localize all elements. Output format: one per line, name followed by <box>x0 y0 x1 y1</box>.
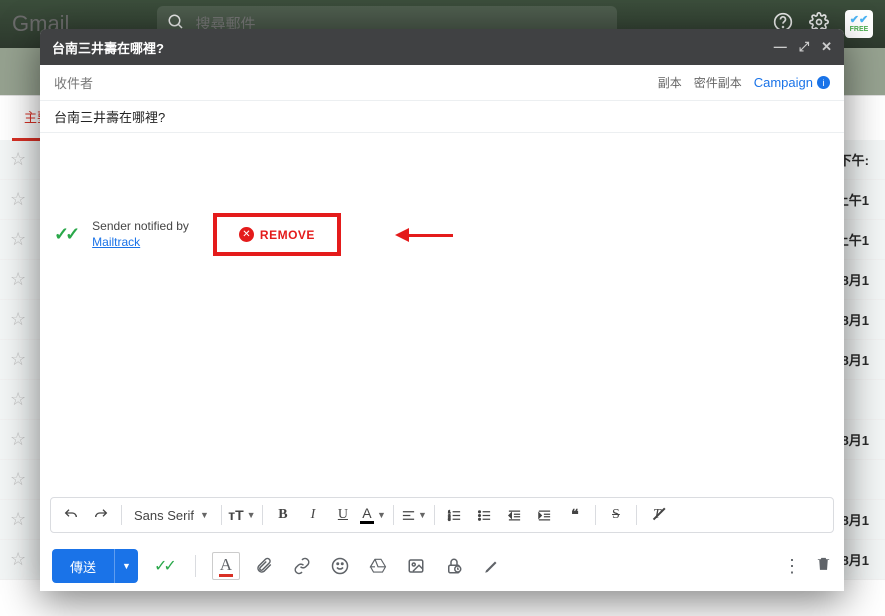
star-icon[interactable]: ☆ <box>10 509 26 530</box>
info-icon[interactable]: i <box>817 76 830 89</box>
mailtrack-status-icon[interactable]: ✓✓ <box>154 556 173 576</box>
minimize-icon[interactable]: — <box>774 39 787 55</box>
quote-icon[interactable]: ❝ <box>561 501 589 529</box>
extension-label: FREE <box>850 26 869 33</box>
discard-icon[interactable] <box>815 555 832 577</box>
mailtrack-link[interactable]: Mailtrack <box>92 235 140 249</box>
image-icon[interactable] <box>402 552 430 580</box>
star-icon[interactable]: ☆ <box>10 229 26 250</box>
drive-icon[interactable] <box>364 552 392 580</box>
campaign-link[interactable]: Campaign i <box>754 75 830 90</box>
send-button[interactable]: 傳送 <box>52 549 114 583</box>
star-icon[interactable]: ☆ <box>10 149 26 170</box>
indent-increase-icon[interactable] <box>531 501 559 529</box>
mail-date: 8月1 <box>842 550 869 569</box>
star-icon[interactable]: ☆ <box>10 549 26 570</box>
compose-title-text: 台南三井壽在哪裡? <box>52 38 164 57</box>
star-icon[interactable]: ☆ <box>10 389 26 410</box>
font-name-label: Sans Serif <box>134 508 194 523</box>
extension-badge[interactable]: ✔✔ FREE <box>845 10 873 38</box>
text-format-icon[interactable]: A <box>212 552 240 580</box>
annotation-arrow <box>395 228 453 242</box>
star-icon[interactable]: ☆ <box>10 269 26 290</box>
numbered-list-icon[interactable]: 123 <box>441 501 469 529</box>
mail-date: 8月1 <box>842 270 869 289</box>
svg-text:3: 3 <box>449 517 451 521</box>
underline-icon[interactable]: U <box>329 501 357 529</box>
bullet-list-icon[interactable] <box>471 501 499 529</box>
mail-date: 8月1 <box>842 510 869 529</box>
remove-highlight-box: ✕ REMOVE <box>213 213 341 256</box>
italic-icon[interactable]: I <box>299 501 327 529</box>
align-icon[interactable]: ▼ <box>400 501 428 529</box>
close-icon[interactable]: ✕ <box>821 39 832 55</box>
star-icon[interactable]: ☆ <box>10 469 26 490</box>
check-icon: ✔✔ <box>850 15 868 26</box>
arrow-head-icon <box>395 228 409 242</box>
font-size-icon[interactable]: тT ▼ <box>228 501 256 529</box>
arrow-line <box>409 234 453 237</box>
bcc-toggle[interactable]: 密件副本 <box>694 74 742 91</box>
star-icon[interactable]: ☆ <box>10 189 26 210</box>
text-color-icon[interactable]: A ▼ <box>359 501 387 529</box>
recipient-row[interactable]: 收件者 副本 密件副本 Campaign i <box>40 65 844 101</box>
confidential-icon[interactable] <box>440 552 468 580</box>
compose-titlebar[interactable]: 台南三井壽在哪裡? — ⤢ ✕ <box>40 29 844 65</box>
indent-decrease-icon[interactable] <box>501 501 529 529</box>
mail-date: 8月1 <box>842 430 869 449</box>
font-selector[interactable]: Sans Serif ▼ <box>128 508 215 523</box>
redo-icon[interactable] <box>87 501 115 529</box>
link-icon[interactable] <box>288 552 316 580</box>
compose-dialog: 台南三井壽在哪裡? — ⤢ ✕ 收件者 副本 密件副本 Campaign i ✓… <box>40 29 844 591</box>
bold-icon[interactable]: B <box>269 501 297 529</box>
chevron-down-icon: ▼ <box>200 510 209 520</box>
double-check-icon: ✓✓ <box>54 224 76 245</box>
mailtrack-sender-line: Sender notified by <box>92 219 189 233</box>
star-icon[interactable]: ☆ <box>10 429 26 450</box>
compose-action-bar: 傳送 ▼ ✓✓ A ⋮ <box>40 541 844 591</box>
remove-button[interactable]: REMOVE <box>260 228 315 242</box>
remove-x-icon[interactable]: ✕ <box>239 227 254 242</box>
expand-icon[interactable]: ⤢ <box>799 39 809 55</box>
format-toolbar: Sans Serif ▼ тT ▼ B I U A ▼ ▼ 123 ❝ S T <box>50 497 834 533</box>
subject-row[interactable] <box>40 101 844 133</box>
undo-icon[interactable] <box>57 501 85 529</box>
star-icon[interactable]: ☆ <box>10 349 26 370</box>
mailtrack-text: Sender notified by Mailtrack <box>92 219 189 250</box>
emoji-icon[interactable] <box>326 552 354 580</box>
recipient-label: 收件者 <box>54 73 93 92</box>
mailtrack-widget: ✓✓ Sender notified by Mailtrack ✕ REMOVE <box>54 213 341 256</box>
mail-date: 8月1 <box>842 310 869 329</box>
strikethrough-icon[interactable]: S <box>602 501 630 529</box>
more-options-icon[interactable]: ⋮ <box>783 556 801 577</box>
compose-body[interactable]: ✓✓ Sender notified by Mailtrack ✕ REMOVE <box>40 133 844 497</box>
star-icon[interactable]: ☆ <box>10 309 26 330</box>
cc-toggle[interactable]: 副本 <box>658 74 682 91</box>
subject-input[interactable] <box>54 109 830 124</box>
attach-icon[interactable] <box>250 552 278 580</box>
clear-format-icon[interactable]: T <box>643 501 671 529</box>
mail-date: 8月1 <box>842 350 869 369</box>
send-group: 傳送 ▼ <box>52 549 138 583</box>
pen-icon[interactable] <box>478 552 506 580</box>
send-more-button[interactable]: ▼ <box>114 549 138 583</box>
campaign-label: Campaign <box>754 75 813 90</box>
